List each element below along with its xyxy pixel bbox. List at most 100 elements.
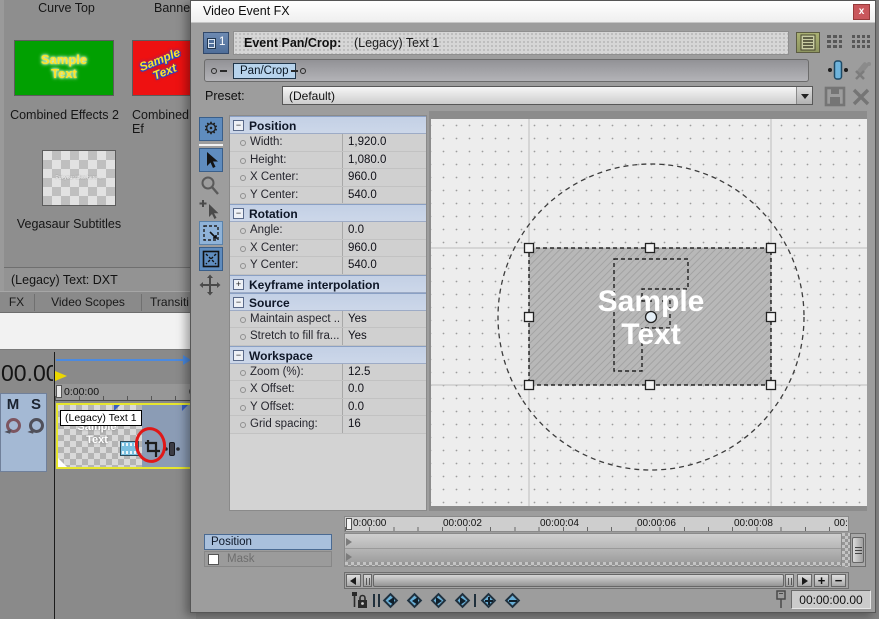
expand-icon[interactable]: + xyxy=(233,279,244,290)
first-keyframe-bar-icon xyxy=(378,594,380,607)
keyframe-vertical-scrollbar[interactable] xyxy=(850,533,866,567)
zoom-out-button[interactable]: − xyxy=(831,574,846,587)
property-row-rot-y-center[interactable]: Y Center: 540.0 xyxy=(230,257,426,275)
collapse-icon[interactable]: − xyxy=(233,208,244,219)
property-row-width[interactable]: Width: 1,920.0 xyxy=(230,134,426,152)
dialog-titlebar[interactable]: Video Event FX x xyxy=(191,1,875,23)
property-row-height[interactable]: Height: 1,080.0 xyxy=(230,152,426,170)
keyframe-playhead[interactable] xyxy=(346,518,352,530)
property-row-y-center[interactable]: Y Center: 540.0 xyxy=(230,187,426,205)
keyframe-lane-position[interactable] xyxy=(345,534,841,549)
next-keyframe-button[interactable] xyxy=(429,591,449,611)
tab-video-scopes[interactable]: Video Scopes xyxy=(36,295,140,309)
collapse-icon[interactable]: − xyxy=(233,350,244,361)
tab-fx[interactable]: FX xyxy=(0,295,33,309)
grid-view-button[interactable] xyxy=(822,32,846,53)
preset-thumbnail-combined-effects-2[interactable]: Sample Text xyxy=(14,40,114,96)
scroll-left-button[interactable] xyxy=(346,574,361,587)
add-plugin-icon[interactable] xyxy=(827,59,849,81)
group-header-keyframe-interpolation[interactable]: + Keyframe interpolation xyxy=(230,275,426,293)
solo-button[interactable]: S xyxy=(27,396,45,414)
fade-handle-icon[interactable] xyxy=(58,458,67,467)
tab-transitions[interactable]: Transiti xyxy=(143,295,196,309)
preset-combobox[interactable]: (Default) xyxy=(282,86,813,105)
property-row-maintain-aspect[interactable]: Maintain aspect ... Yes xyxy=(230,311,426,329)
property-row-y-offset[interactable]: Y Offset: 0.0 xyxy=(230,399,426,417)
property-row-stretch-to-fill[interactable]: Stretch to fill fra... Yes xyxy=(230,328,426,346)
last-keyframe-button[interactable] xyxy=(453,591,473,611)
move-tool-button[interactable] xyxy=(199,274,223,298)
scrollbar-thumb[interactable] xyxy=(852,537,864,563)
remove-plugin-icon[interactable] xyxy=(852,59,874,81)
delete-preset-icon[interactable] xyxy=(851,87,871,107)
property-row-grid-spacing[interactable]: Grid spacing: 16 xyxy=(230,416,426,434)
scrollbar-thumb[interactable] xyxy=(373,574,784,587)
properties-panel: − Position Width: 1,920.0 Height: 1,080.… xyxy=(229,115,427,511)
keyframe-lanes[interactable] xyxy=(344,533,842,567)
property-row-angle[interactable]: Angle: 0.0 xyxy=(230,222,426,240)
thumbnail-view-button[interactable] xyxy=(848,32,872,53)
group-header-workspace[interactable]: − Workspace xyxy=(230,346,426,364)
keyframe-track-mask[interactable]: Mask xyxy=(204,551,332,567)
ruler-label: 00:00:02 xyxy=(443,518,482,529)
zoom-edge-grip[interactable] xyxy=(363,574,372,587)
dropdown-arrow-icon[interactable] xyxy=(796,87,812,104)
track-motion-icon[interactable] xyxy=(6,418,21,433)
ruler-label: 0:00:00 xyxy=(353,518,386,529)
collapse-icon[interactable]: − xyxy=(233,297,244,308)
pan-crop-plugin-chip[interactable]: Pan/Crop xyxy=(233,63,296,79)
save-preset-icon[interactable] xyxy=(824,86,846,107)
delete-keyframe-button[interactable] xyxy=(503,591,523,611)
property-row-x-center[interactable]: X Center: 960.0 xyxy=(230,169,426,187)
playhead-marker[interactable] xyxy=(56,385,62,398)
add-cursor-tool-button[interactable] xyxy=(199,198,223,220)
preset-thumbnail-vegasaur-subtitles[interactable]: Put your titles here ... xyxy=(42,150,116,206)
preset-label-curve-top[interactable]: Curve Top xyxy=(14,1,119,15)
preset-label-banner[interactable]: Banner xyxy=(154,1,195,15)
scroll-right-button[interactable] xyxy=(797,574,812,587)
keyframe-track-position[interactable]: Position xyxy=(204,534,332,550)
event-fx-icon[interactable] xyxy=(164,442,180,456)
center-handle[interactable] xyxy=(646,312,657,323)
zoom-edge-grip[interactable] xyxy=(785,574,794,587)
loop-region-marker-icon[interactable] xyxy=(55,371,67,381)
media-panel-status-bar: (Legacy) Text: DXT xyxy=(4,267,195,291)
timeline-ruler[interactable]: 0:00:00 0:0 xyxy=(55,384,196,401)
mute-button[interactable]: M xyxy=(4,396,22,414)
insert-keyframe-button[interactable] xyxy=(479,591,499,611)
keyframe-ruler[interactable]: 0:00:00 00:00:02 00:00:04 00:00:06 00:00… xyxy=(344,516,849,532)
preset-label: Preset: xyxy=(205,89,245,103)
group-header-rotation[interactable]: − Rotation xyxy=(230,204,426,222)
mask-checkbox[interactable] xyxy=(208,554,219,565)
zoom-in-button[interactable]: + xyxy=(814,574,829,587)
sync-cursor-flag-icon[interactable] xyxy=(775,590,788,609)
first-keyframe-button[interactable] xyxy=(381,591,401,611)
show-properties-button[interactable]: ⚙ xyxy=(199,117,223,141)
tab-divider xyxy=(141,294,142,311)
keyframe-horizontal-scrollbar[interactable]: + − xyxy=(344,572,849,589)
previous-keyframe-button[interactable] xyxy=(405,591,425,611)
pan-crop-preview-canvas[interactable]: Sample Text xyxy=(429,111,867,511)
lock-cursor-icon[interactable] xyxy=(349,591,369,610)
crop-corner-tool-button[interactable] xyxy=(199,221,223,245)
preset-label-vegasaur-subtitles[interactable]: Vegasaur Subtitles xyxy=(4,217,134,231)
preset-label-combined-effects-2[interactable]: Combined Effects 2 xyxy=(4,108,125,122)
ruler-label: 0:00:00 xyxy=(64,386,99,398)
preset-label-combined-effects[interactable]: Combined Ef xyxy=(132,108,195,136)
property-row-rot-x-center[interactable]: X Center: 960.0 xyxy=(230,240,426,258)
normal-edit-tool-button[interactable] xyxy=(199,148,223,172)
ruler-label: 00: xyxy=(834,518,848,529)
preset-thumbnail-combined-effects[interactable]: Sample Text xyxy=(132,40,195,96)
timeline-event-clip[interactable]: SampleText (Legacy) Text 1 xyxy=(56,403,196,469)
property-row-zoom[interactable]: Zoom (%): 12.5 xyxy=(230,364,426,382)
zoom-edit-tool-button[interactable] xyxy=(199,175,223,197)
cursor-time-display[interactable]: 00:00:00.00 xyxy=(791,590,871,609)
close-button[interactable]: x xyxy=(853,4,870,20)
track-fx-icon[interactable] xyxy=(29,418,44,433)
stretch-tool-button[interactable] xyxy=(199,247,223,271)
collapse-icon[interactable]: − xyxy=(233,120,244,131)
group-header-position[interactable]: − Position xyxy=(230,116,426,134)
group-header-source[interactable]: − Source xyxy=(230,293,426,311)
list-view-button[interactable] xyxy=(796,32,820,53)
property-row-x-offset[interactable]: X Offset: 0.0 xyxy=(230,381,426,399)
